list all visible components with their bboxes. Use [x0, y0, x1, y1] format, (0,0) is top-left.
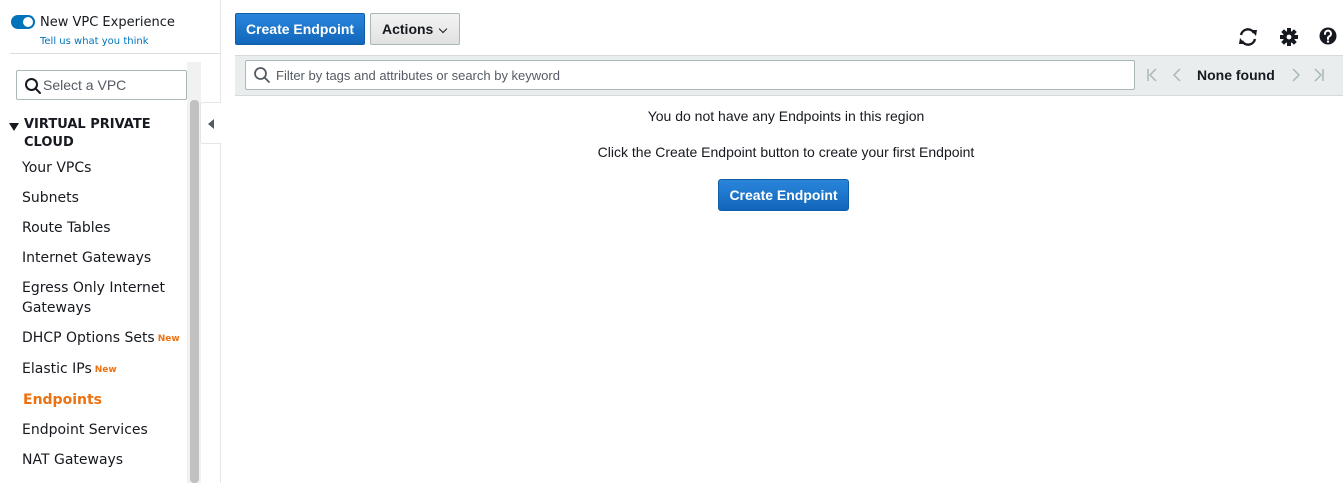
filter-search-box[interactable] — [245, 60, 1135, 90]
next-page-icon[interactable] — [1287, 66, 1303, 84]
sidebar-item-nat-gateways[interactable]: NAT Gateways — [22, 450, 187, 470]
vpc-filter[interactable] — [16, 70, 187, 100]
sidebar-item-egress-only-internet-gateways[interactable]: Egress Only Internet Gateways — [22, 278, 187, 318]
sidebar: New VPC Experience Tell us what you thin… — [0, 0, 221, 483]
collapse-sidebar-button[interactable] — [200, 102, 221, 144]
vpc-filter-input[interactable] — [43, 75, 183, 95]
nav-section-heading[interactable]: VIRTUAL PRIVATE CLOUD — [8, 116, 183, 152]
sidebar-item-subnets[interactable]: Subnets — [22, 188, 187, 208]
caret-left-icon — [208, 119, 214, 129]
caret-down-icon — [9, 123, 19, 131]
new-vpc-experience-toggle[interactable] — [11, 15, 35, 29]
last-page-icon[interactable] — [1310, 66, 1326, 84]
new-vpc-experience-title: New VPC Experience — [40, 15, 175, 30]
sidebar-scrollbar[interactable] — [190, 100, 199, 483]
help-icon[interactable] — [1318, 26, 1340, 48]
feedback-link[interactable]: Tell us what you think — [40, 36, 149, 47]
nav-section-vpc: VIRTUAL PRIVATE CLOUD — [8, 116, 183, 152]
search-icon — [25, 78, 41, 94]
sidebar-item-route-tables[interactable]: Route Tables — [22, 218, 187, 238]
empty-state-create-endpoint-button[interactable]: Create Endpoint — [718, 179, 849, 211]
filter-bar: None found — [235, 55, 1343, 96]
refresh-icon[interactable] — [1237, 26, 1259, 48]
pager-status: None found — [1197, 67, 1275, 83]
sidebar-item-dhcp-options-sets[interactable]: DHCP Options Sets New — [22, 328, 187, 349]
empty-state-hint: Click the Create Endpoint button to crea… — [597, 144, 975, 160]
new-badge: New — [157, 334, 180, 344]
sidebar-item-endpoints[interactable]: Endpoints — [23, 390, 188, 410]
chevron-down-icon — [438, 24, 448, 34]
first-page-icon[interactable] — [1145, 66, 1161, 84]
sidebar-item-your-vpcs[interactable]: Your VPCs — [22, 158, 187, 178]
sidebar-item-internet-gateways[interactable]: Internet Gateways — [22, 248, 187, 268]
create-endpoint-button[interactable]: Create Endpoint — [235, 13, 365, 45]
new-vpc-experience-panel: New VPC Experience Tell us what you thin… — [10, 12, 220, 54]
gear-icon[interactable] — [1278, 26, 1300, 48]
filter-search-input[interactable] — [276, 65, 1126, 85]
actions-dropdown-button[interactable]: Actions — [370, 13, 460, 45]
new-badge: New — [94, 365, 117, 375]
previous-page-icon[interactable] — [1170, 66, 1186, 84]
empty-state-message: You do not have any Endpoints in this re… — [647, 108, 925, 124]
sidebar-item-endpoint-services[interactable]: Endpoint Services — [22, 420, 187, 440]
sidebar-item-elastic-ips[interactable]: Elastic IPs New — [22, 359, 187, 380]
search-icon — [254, 67, 270, 83]
